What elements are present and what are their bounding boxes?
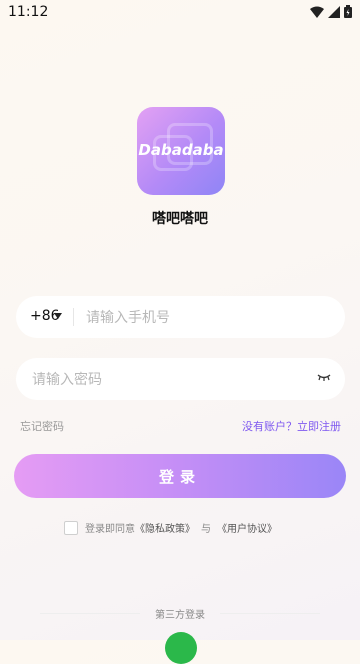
privacy-policy-link[interactable]: 《隐私政策》 [135,520,195,535]
logo-text: Dabadaba [138,141,224,159]
agreement-row: 登录即同意 《隐私政策》 与 《用户协议》 [64,520,277,535]
password-input[interactable] [30,368,304,392]
phone-field: +86 [16,296,345,338]
login-button[interactable]: 登录 [14,454,346,498]
third-party-label: 第三方登录 [155,610,205,621]
agreement-conjunction: 与 [201,524,211,535]
app-name: 嗒吧嗒吧 [152,211,208,227]
field-divider [73,308,74,326]
status-time: 11:12 [8,4,49,20]
status-bar: 11:12 [0,0,360,26]
password-field [16,358,345,400]
forgot-password-link[interactable]: 忘记密码 [20,418,64,434]
wechat-login-icon[interactable] [165,632,197,664]
battery-icon [344,5,352,18]
eye-closed-icon[interactable] [317,372,331,382]
wifi-icon [310,6,324,18]
agreement-prefix: 登录即同意 [85,524,135,535]
agreement-checkbox[interactable] [64,520,78,535]
caret-down-icon[interactable] [54,313,62,319]
app-logo: Dabadaba [137,107,225,195]
user-agreement-link[interactable]: 《用户协议》 [217,520,277,535]
status-icons [310,5,352,18]
signal-icon [328,5,340,18]
register-link[interactable]: 没有账户？立即注册 [242,418,341,434]
phone-input[interactable] [84,306,328,330]
